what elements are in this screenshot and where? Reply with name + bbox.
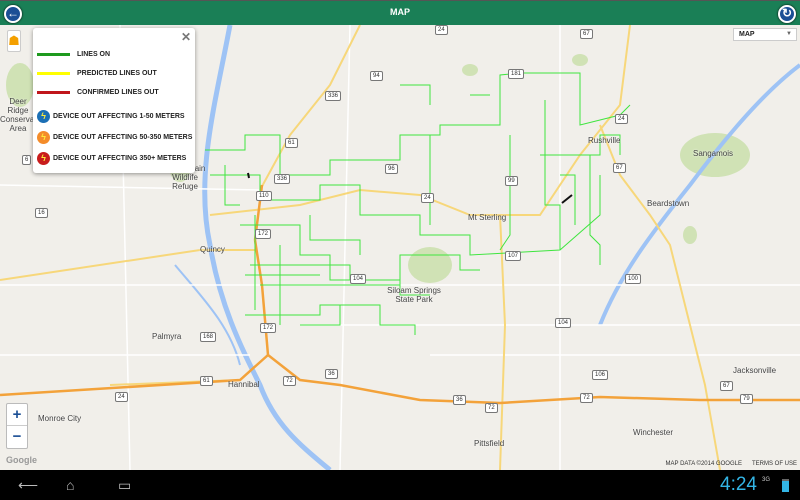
battery-icon <box>782 479 789 492</box>
route-shield: 104 <box>555 318 572 328</box>
pegman-icon: ☗ <box>8 33 20 48</box>
route-shield: 336 <box>274 174 291 184</box>
street-view-pegman[interactable]: ☗ <box>7 30 21 52</box>
legend-label: CONFIRMED LINES OUT <box>77 89 159 96</box>
legend-label: DEVICE OUT AFFECTING 1-50 METERS <box>53 113 185 120</box>
route-shield: 172 <box>260 323 277 333</box>
route-shield: 172 <box>255 229 272 239</box>
app-header: ← MAP ↻ <box>0 0 800 25</box>
lightning-blue-icon: ϟ <box>37 110 50 123</box>
legend-close-button[interactable]: ✕ <box>181 30 191 44</box>
map-legend: ✕ LINES ON PREDICTED LINES OUT CONFIRMED… <box>33 28 195 173</box>
legend-device-medium: ϟ DEVICE OUT AFFECTING 50-350 METERS <box>37 131 192 144</box>
attribution-text: MAP DATA ©2014 GOOGLE <box>665 461 742 467</box>
route-shield: 110 <box>256 191 272 201</box>
route-shield: 16 <box>35 208 48 218</box>
place-label: Winchester <box>633 428 674 437</box>
place-label: Hannibal <box>228 380 260 389</box>
route-shield: 99 <box>505 176 518 186</box>
route-shield: 79 <box>740 394 753 404</box>
map-attribution: MAP DATA ©2014 GOOGLE TERMS OF USE <box>656 461 797 467</box>
route-shield: 61 <box>200 376 213 386</box>
page-title: MAP <box>390 7 410 17</box>
nav-home-icon[interactable]: ⌂ <box>66 477 74 493</box>
route-shield: 106 <box>592 370 609 380</box>
route-shield: 72 <box>580 393 593 403</box>
map-type-value: MAP <box>739 31 755 38</box>
place-label: Palmyra <box>152 332 182 341</box>
route-shield: 24 <box>435 25 448 35</box>
route-shield: 181 <box>508 69 525 79</box>
legend-confirmed-out: CONFIRMED LINES OUT <box>37 89 159 96</box>
yellow-line-swatch <box>37 72 70 75</box>
route-shield: 72 <box>283 376 296 386</box>
google-logo: Google <box>6 455 37 465</box>
dropdown-arrow-icon: ▼ <box>786 31 792 37</box>
place-label: Rushville <box>588 136 621 145</box>
route-shield: 36 <box>453 395 466 405</box>
zoom-in-button[interactable]: + <box>7 404 27 426</box>
route-shield: 72 <box>485 403 498 413</box>
place-label: Monroe City <box>38 414 82 423</box>
legend-lines-on: LINES ON <box>37 51 110 58</box>
route-shield: 107 <box>505 251 522 261</box>
lightning-orange-icon: ϟ <box>37 131 50 144</box>
place-label: Pittsfield <box>474 439 505 448</box>
legend-device-small: ϟ DEVICE OUT AFFECTING 1-50 METERS <box>37 110 185 123</box>
route-shield: 36 <box>325 369 338 379</box>
route-shield: 24 <box>615 114 628 124</box>
nav-recents-icon[interactable]: ▭ <box>118 477 131 494</box>
route-shield: 24 <box>421 193 434 203</box>
nav-back-icon[interactable]: ⟵ <box>18 477 38 494</box>
route-shield: 6 <box>22 155 32 165</box>
route-shield: 67 <box>580 29 593 39</box>
route-shield: 100 <box>625 274 642 284</box>
status-clock: 4:24 <box>720 474 757 495</box>
place-label: Deer Ridge Conservation Area <box>0 97 48 133</box>
place-label: Quincy <box>200 245 225 254</box>
system-nav-bar: ⟵ ⌂ ▭ <box>0 470 800 500</box>
zoom-out-button[interactable]: − <box>7 426 27 448</box>
legend-label: DEVICE OUT AFFECTING 350+ METERS <box>53 155 187 162</box>
place-label: Sangamois <box>693 149 734 158</box>
place-label: Beardstown <box>647 199 690 208</box>
refresh-button[interactable]: ↻ <box>778 5 796 23</box>
route-shield: 67 <box>720 381 733 391</box>
route-shield: 94 <box>370 71 383 81</box>
route-shield: 104 <box>350 274 367 284</box>
place-label: Siloam Springs State Park <box>387 286 441 304</box>
refresh-icon: ↻ <box>781 6 793 20</box>
legend-label: PREDICTED LINES OUT <box>77 70 157 77</box>
network-signal-icon: 3G <box>762 477 771 483</box>
route-shield: 24 <box>115 392 128 402</box>
green-line-swatch <box>37 53 70 56</box>
route-shield: 96 <box>385 164 398 174</box>
legend-label: LINES ON <box>77 51 111 58</box>
route-shield: 168 <box>200 332 217 342</box>
route-shield: 336 <box>325 91 342 101</box>
map-type-select[interactable]: MAP ▼ <box>733 28 797 41</box>
place-label: Jacksonville <box>733 366 777 375</box>
terms-link[interactable]: TERMS OF USE <box>752 461 797 467</box>
place-label: Mt Sterling <box>468 213 507 222</box>
legend-label: DEVICE OUT AFFECTING 50-350 METERS <box>53 134 193 141</box>
legend-device-large: ϟ DEVICE OUT AFFECTING 350+ METERS <box>37 152 186 165</box>
red-line-swatch <box>37 91 70 94</box>
route-shield: 67 <box>613 163 626 173</box>
route-shield: 61 <box>285 138 298 148</box>
lightning-red-icon: ϟ <box>37 152 50 165</box>
zoom-control: + − <box>6 403 28 449</box>
legend-predicted-out: PREDICTED LINES OUT <box>37 70 157 77</box>
map-view[interactable]: Deer Ridge Conservation Area Mark Twain … <box>0 25 800 470</box>
